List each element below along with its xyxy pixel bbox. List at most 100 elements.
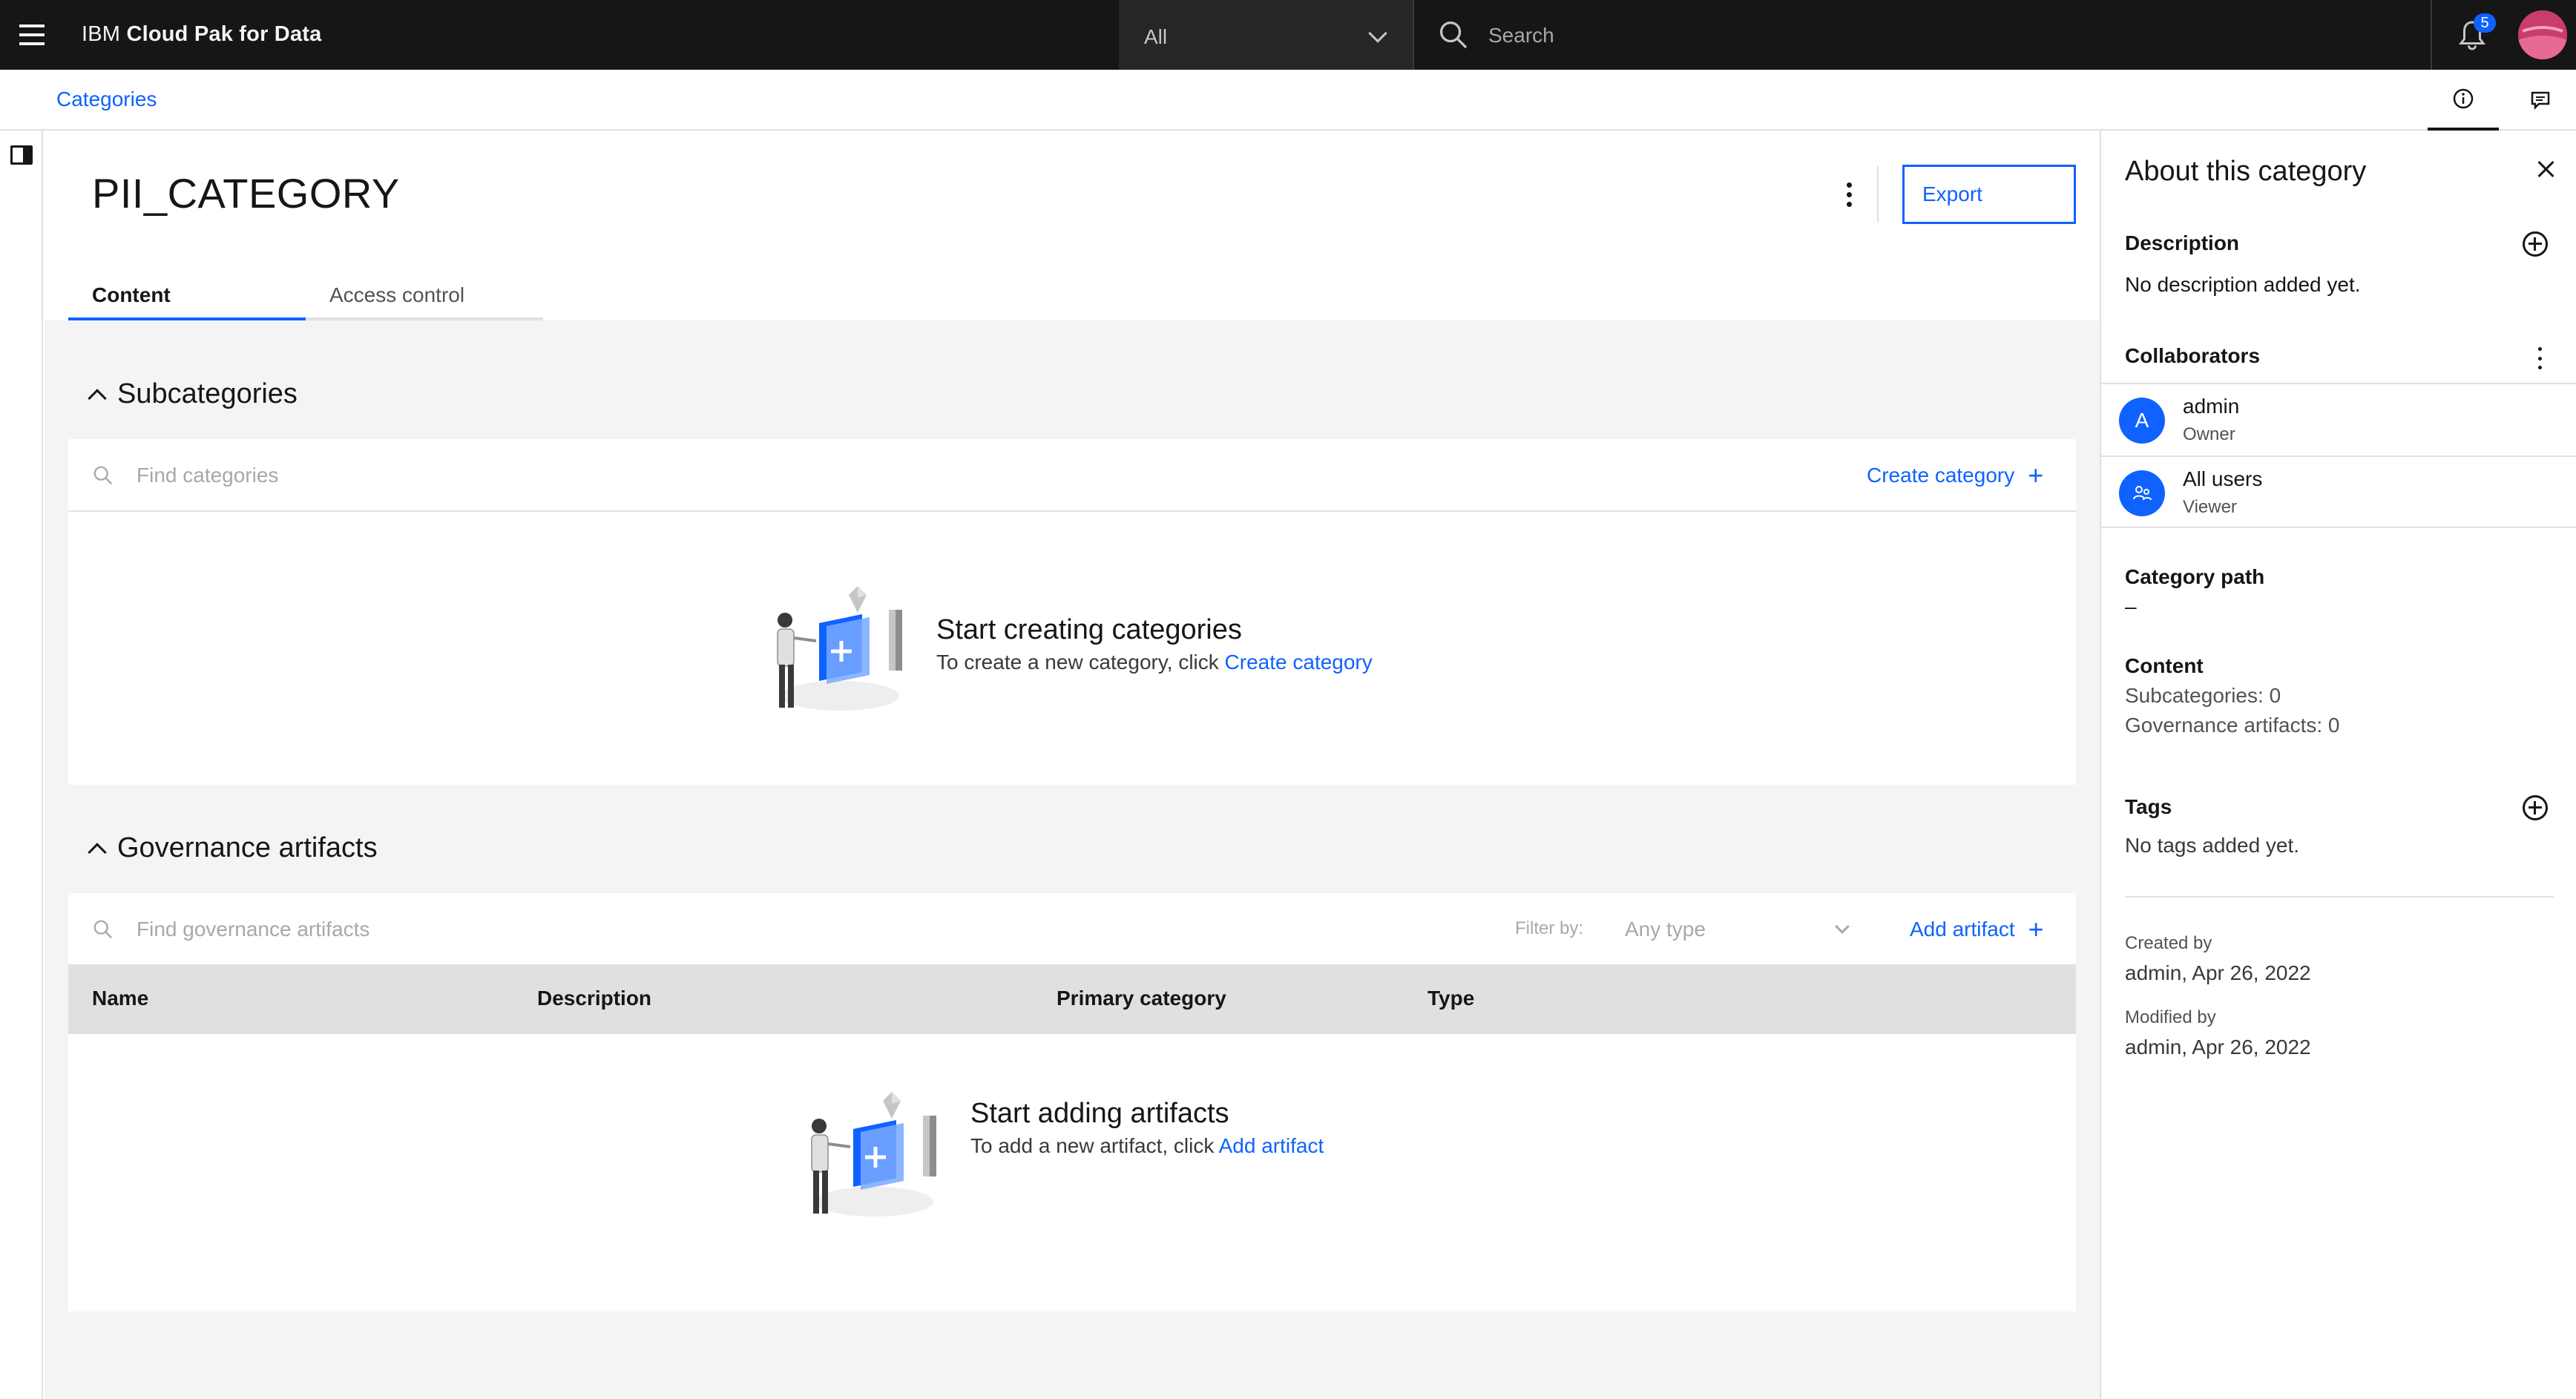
sidebar-toggle-icon[interactable] — [10, 145, 33, 165]
empty-state-illustration — [777, 586, 902, 711]
description-value: No description added yet. — [2125, 273, 2361, 296]
collaborators-menu-icon[interactable] — [2536, 347, 2543, 369]
left-rail — [0, 131, 43, 1399]
main-content: PII_CATEGORY Export Content Access contr… — [45, 132, 2100, 1399]
breadcrumb: Categories — [0, 70, 2576, 131]
subcategories-toolbar: Find categories Create category + — [68, 439, 2076, 512]
empty-state-description: To add a new artifact, click Add artifac… — [970, 1134, 1324, 1158]
column-header-description[interactable]: Description — [537, 987, 651, 1010]
export-button[interactable]: Export — [1902, 165, 2076, 224]
column-header-type[interactable]: Type — [1427, 987, 1474, 1010]
created-by-label: Created by — [2125, 933, 2212, 953]
empty-state-description: To create a new category, click Create c… — [936, 651, 1373, 674]
find-categories-search[interactable]: Find categories — [92, 439, 278, 512]
product-brand[interactable]: IBM Cloud Pak for Data — [82, 22, 321, 47]
chevron-down-icon — [1368, 24, 1387, 43]
category-path-value: – — [2125, 595, 2137, 618]
empty-state-title: Start creating categories — [936, 614, 1242, 645]
empty-state-instruction: To create a new category, click — [936, 651, 1219, 674]
empty-state-text: Start adding artifacts To add a new arti… — [970, 1098, 1324, 1158]
tab-list: Content Access control — [68, 274, 543, 320]
find-artifacts-search[interactable]: Find governance artifacts — [92, 893, 369, 966]
brand-prefix: IBM — [82, 22, 121, 46]
add-artifact-link[interactable]: Add artifact — [1219, 1134, 1324, 1157]
content-area: Subcategories Find categories Create cat… — [45, 320, 2100, 1399]
collaborators-label: Collaborators — [2125, 344, 2261, 367]
artifacts-section-toggle[interactable]: Governance artifacts — [88, 832, 378, 864]
search-scope-dropdown[interactable]: All — [1119, 0, 1414, 70]
created-by-value: admin, Apr 26, 2022 — [2125, 961, 2311, 984]
subcategories-panel: Find categories Create category + Start … — [68, 439, 2076, 785]
search-input[interactable]: Search — [1488, 24, 1554, 47]
add-artifact-label: Add artifact — [1910, 918, 2015, 941]
add-description-icon[interactable] — [2523, 231, 2548, 257]
tab-access-control[interactable]: Access control — [306, 274, 543, 320]
subcategories-count: Subcategories: 0 — [2125, 684, 2281, 707]
chevron-up-icon — [88, 842, 107, 862]
search-icon — [93, 920, 113, 939]
panel-toggles — [2428, 70, 2576, 131]
search-icon — [1439, 21, 1468, 49]
empty-state-illustration — [811, 1092, 936, 1217]
type-filter-dropdown[interactable]: Any type — [1625, 893, 1862, 966]
column-header-primary-category[interactable]: Primary category — [1057, 987, 1226, 1010]
add-tag-icon[interactable] — [2523, 795, 2548, 820]
empty-state-instruction: To add a new artifact, click — [970, 1134, 1215, 1157]
artifacts-empty-state: Start adding artifacts To add a new arti… — [792, 1083, 1324, 1246]
plus-icon: + — [2028, 914, 2044, 944]
filter-label: Filter by: — [1515, 918, 1584, 938]
artifacts-panel: Find governance artifacts Filter by: Any… — [68, 893, 2076, 1311]
tags-value: No tags added yet. — [2125, 834, 2300, 857]
find-categories-input[interactable]: Find categories — [137, 464, 278, 487]
create-category-label: Create category — [1867, 464, 2015, 487]
description-label: Description — [2125, 231, 2240, 254]
divider — [1877, 166, 1879, 223]
brand-name: Cloud Pak for Data — [126, 22, 322, 46]
chevron-down-icon — [1835, 919, 1850, 934]
user-avatar[interactable] — [2518, 10, 2567, 59]
avatar: A — [2119, 398, 2165, 444]
collaborator-row[interactable]: A admin Owner — [2101, 383, 2576, 455]
modified-by-value: admin, Apr 26, 2022 — [2125, 1036, 2311, 1059]
overflow-menu-icon[interactable] — [1831, 177, 1867, 212]
search-icon — [93, 466, 113, 485]
artifacts-count: Governance artifacts: 0 — [2125, 714, 2340, 737]
global-search[interactable]: Search — [1416, 0, 2431, 70]
notification-badge: 5 — [2474, 13, 2496, 33]
panel-title: About this category — [2125, 156, 2367, 187]
tab-content[interactable]: Content — [68, 274, 306, 320]
collaborator-name: All users — [2183, 467, 2263, 490]
collaborator-row[interactable]: All users Viewer — [2101, 455, 2576, 528]
about-category-panel: About this category Description No descr… — [2100, 131, 2576, 1399]
breadcrumb-link-categories[interactable]: Categories — [56, 88, 157, 111]
header-actions: 5 — [2431, 0, 2576, 70]
info-panel-tab[interactable] — [2428, 70, 2499, 131]
empty-state-title: Start adding artifacts — [970, 1098, 1229, 1129]
page-title: PII_CATEGORY — [92, 170, 400, 217]
empty-state-text: Start creating categories To create a ne… — [936, 614, 1373, 674]
create-category-button[interactable]: Create category + — [1867, 439, 2043, 512]
plus-icon: + — [2028, 460, 2044, 490]
column-header-name[interactable]: Name — [92, 987, 148, 1010]
user-group-icon — [2119, 470, 2165, 516]
scope-value: All — [1144, 25, 1168, 48]
find-artifacts-input[interactable]: Find governance artifacts — [137, 918, 369, 941]
menu-icon[interactable] — [16, 21, 47, 49]
type-filter-value: Any type — [1625, 918, 1706, 941]
chevron-up-icon — [88, 388, 107, 408]
subcategories-empty-state: Start creating categories To create a ne… — [758, 577, 1373, 740]
create-category-link[interactable]: Create category — [1225, 651, 1373, 674]
user-group-icon — [2133, 486, 2152, 501]
artifacts-toolbar: Find governance artifacts Filter by: Any… — [68, 893, 2076, 966]
collaborator-name: admin — [2183, 395, 2240, 418]
subcategories-section-toggle[interactable]: Subcategories — [88, 378, 298, 410]
add-artifact-button[interactable]: Add artifact + — [1910, 893, 2044, 966]
section-title: Governance artifacts — [117, 832, 378, 863]
close-icon[interactable] — [2533, 156, 2560, 182]
top-header: IBM Cloud Pak for Data All Search 5 — [0, 0, 2576, 70]
collaborator-role: Viewer — [2183, 497, 2237, 517]
comments-panel-tab[interactable] — [2505, 70, 2576, 131]
avatar-image — [2518, 10, 2567, 59]
divider — [2125, 896, 2554, 898]
collaborator-role: Owner — [2183, 424, 2235, 444]
